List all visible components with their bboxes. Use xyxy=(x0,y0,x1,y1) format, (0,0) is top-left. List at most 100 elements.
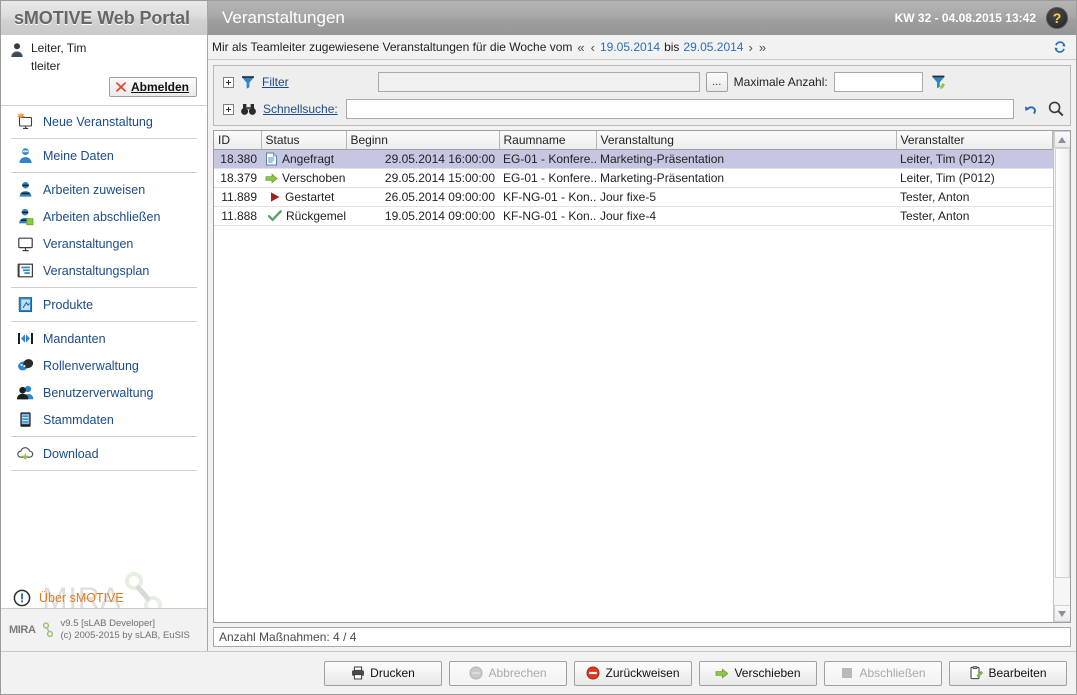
filter-browse-button[interactable]: ... xyxy=(705,72,728,92)
cell-id: 11.888 xyxy=(214,206,261,226)
scrollbar-thumb[interactable] xyxy=(1054,148,1070,578)
move-green-arrow-icon xyxy=(715,667,729,680)
cell-veranstaltung: Jour fixe-5 xyxy=(596,187,896,207)
status-label: Verschoben xyxy=(282,171,346,185)
reject-button[interactable]: Zurückweisen xyxy=(574,660,692,686)
divider xyxy=(11,172,197,173)
edit-pencil-icon xyxy=(969,666,984,680)
scrollbar-track[interactable] xyxy=(1054,148,1070,605)
divider xyxy=(11,138,197,139)
sidebar-item-arbeiten-abschliessen[interactable]: Arbeiten abschließen xyxy=(11,203,197,230)
table-row[interactable]: 11.889 Gestartet 26.05.2014 09:00:00 KF-… xyxy=(214,187,1053,207)
sidebar-item-download[interactable]: Download xyxy=(11,440,197,467)
filter-expander[interactable] xyxy=(223,76,234,88)
refresh-icon[interactable] xyxy=(1052,39,1068,55)
funnel-apply-icon[interactable] xyxy=(929,72,949,92)
quicksearch-row: Schnellsuche: xyxy=(218,97,1066,121)
undo-arrow-icon[interactable] xyxy=(1020,99,1040,119)
cancel-button[interactable]: Abbrechen xyxy=(449,660,567,686)
printer-icon xyxy=(351,666,365,680)
sidebar-item-neue-veranstaltung[interactable]: Neue Veranstaltung xyxy=(11,108,197,135)
vertical-scrollbar[interactable] xyxy=(1053,131,1070,622)
edit-button[interactable]: Bearbeiten xyxy=(949,660,1067,686)
sidebar-item-veranstaltungsplan[interactable]: Veranstaltungsplan xyxy=(11,257,197,284)
cell-status: Angefragt xyxy=(261,149,346,169)
sidebar-item-meine-daten[interactable]: Meine Daten xyxy=(11,142,197,169)
about-label: Über sMOTIVE xyxy=(39,591,124,605)
quicksearch-expander[interactable] xyxy=(223,103,234,115)
user-row: Leiter, Tim xyxy=(9,41,199,58)
column-header-id[interactable]: ID xyxy=(214,131,262,150)
sidebar-item-benutzerverwaltung[interactable]: Benutzerverwaltung xyxy=(11,379,197,406)
filter-label[interactable]: Filter xyxy=(262,75,289,89)
reject-label: Zurückweisen xyxy=(605,666,680,680)
divider xyxy=(11,287,197,288)
sidebar-item-produkte[interactable]: Produkte xyxy=(11,291,197,318)
cell-veranstalter: Tester, Anton xyxy=(896,206,1053,226)
quicksearch-input[interactable] xyxy=(345,99,1014,119)
nav-group: Mandanten Rollenverwaltung Benutzerverwa… xyxy=(1,325,207,433)
quicksearch-label[interactable]: Schnellsuche: xyxy=(263,102,338,116)
action-button-bar: Drucken Abbrechen Zurückweisen Verschieb… xyxy=(1,651,1076,694)
scroll-down-arrow-icon[interactable] xyxy=(1053,605,1070,622)
finish-button[interactable]: Abschließen xyxy=(824,660,942,686)
date-to[interactable]: 29.05.2014 xyxy=(683,40,743,54)
nav-group: Produkte xyxy=(1,291,207,318)
status-label: Gestartet xyxy=(285,190,335,204)
person-blue-icon xyxy=(16,146,35,165)
cell-veranstalter: Leiter, Tim (P012) xyxy=(896,149,1053,169)
sidebar-item-rollenverwaltung[interactable]: Rollenverwaltung xyxy=(11,352,197,379)
column-header-beginn[interactable]: Beginn xyxy=(346,131,500,150)
application-window: sMOTIVE Web Portal Veranstaltungen KW 32… xyxy=(0,0,1077,695)
events-table: ID Status Beginn Raumname Veranstaltung … xyxy=(213,130,1071,623)
sidebar-item-label: Veranstaltungsplan xyxy=(43,263,150,278)
cancel-label: Abbrechen xyxy=(488,666,547,680)
scroll-up-arrow-icon[interactable] xyxy=(1053,131,1070,148)
max-count-label: Maximale Anzahl: xyxy=(733,75,828,89)
table-row[interactable]: 18.379 Verschoben 29.05.2014 15:00:00 EG… xyxy=(214,168,1053,188)
cell-beginn: 19.05.2014 09:00:00 xyxy=(346,206,499,226)
column-header-status[interactable]: Status xyxy=(261,131,347,150)
column-header-veranstalter[interactable]: Veranstalter xyxy=(896,131,1053,150)
brand-area: sMOTIVE Web Portal xyxy=(1,1,208,35)
filter-row: Filter ... Maximale Anzahl: xyxy=(218,70,1066,94)
max-count-input[interactable] xyxy=(833,72,923,92)
move-button[interactable]: Verschieben xyxy=(699,660,817,686)
sidebar-item-stammdaten[interactable]: Stammdaten xyxy=(11,406,197,433)
cell-id: 18.379 xyxy=(214,168,261,188)
header-right: Veranstaltungen KW 32 - 04.08.2015 13:42… xyxy=(208,1,1076,35)
monitor-icon xyxy=(16,234,35,253)
sidebar-item-label: Mandanten xyxy=(43,331,106,346)
user-login: tleiter xyxy=(31,59,61,73)
sidebar-item-mandanten[interactable]: Mandanten xyxy=(11,325,197,352)
red-play-triangle-icon xyxy=(269,191,281,203)
cell-veranstaltung: Jour fixe-4 xyxy=(596,206,896,226)
sidebar-item-arbeiten-zuweisen[interactable]: Arbeiten zuweisen xyxy=(11,176,197,203)
table-row[interactable]: 18.380 Angefragt 29.05.2014 16:00:00 EG-… xyxy=(214,149,1053,169)
double-chevron-right-icon[interactable]: » xyxy=(758,40,767,55)
question-mark-icon[interactable]: ? xyxy=(1046,7,1068,29)
double-chevron-left-icon[interactable]: « xyxy=(576,40,585,55)
magnifier-icon[interactable] xyxy=(1046,99,1066,119)
date-from[interactable]: 19.05.2014 xyxy=(600,40,660,54)
mira-logo: MIRA xyxy=(9,621,53,639)
about-smotive-link[interactable]: Über sMOTIVE xyxy=(13,589,195,607)
page-title: Veranstaltungen xyxy=(222,8,345,27)
sidebar-item-label: Neue Veranstaltung xyxy=(43,114,153,129)
logout-wrap: Abmelden xyxy=(9,77,199,97)
breadcrumb: Mir als Teamleiter zugewiesene Veranstal… xyxy=(208,35,1076,60)
print-button[interactable]: Drucken xyxy=(324,660,442,686)
cell-veranstalter: Tester, Anton xyxy=(896,187,1053,207)
chevron-left-icon[interactable]: ‹ xyxy=(590,40,596,55)
logout-button[interactable]: Abmelden xyxy=(108,77,197,97)
filter-input[interactable] xyxy=(377,72,700,92)
nav-group: Arbeiten zuweisen Arbeiten abschließen V… xyxy=(1,176,207,284)
chevron-right-icon[interactable]: › xyxy=(747,40,753,55)
table-row[interactable]: 11.888 Rückgemel 19.05.2014 09:00:00 KF-… xyxy=(214,206,1053,226)
column-header-raumname[interactable]: Raumname xyxy=(499,131,597,150)
complete-work-icon xyxy=(16,207,35,226)
sidebar-item-veranstaltungen[interactable]: Veranstaltungen xyxy=(11,230,197,257)
footer-copyright: (c) 2005-2015 by sLAB, EuSIS xyxy=(60,630,190,641)
column-header-veranstaltung[interactable]: Veranstaltung xyxy=(596,131,897,150)
logout-label: Abmelden xyxy=(130,80,189,94)
